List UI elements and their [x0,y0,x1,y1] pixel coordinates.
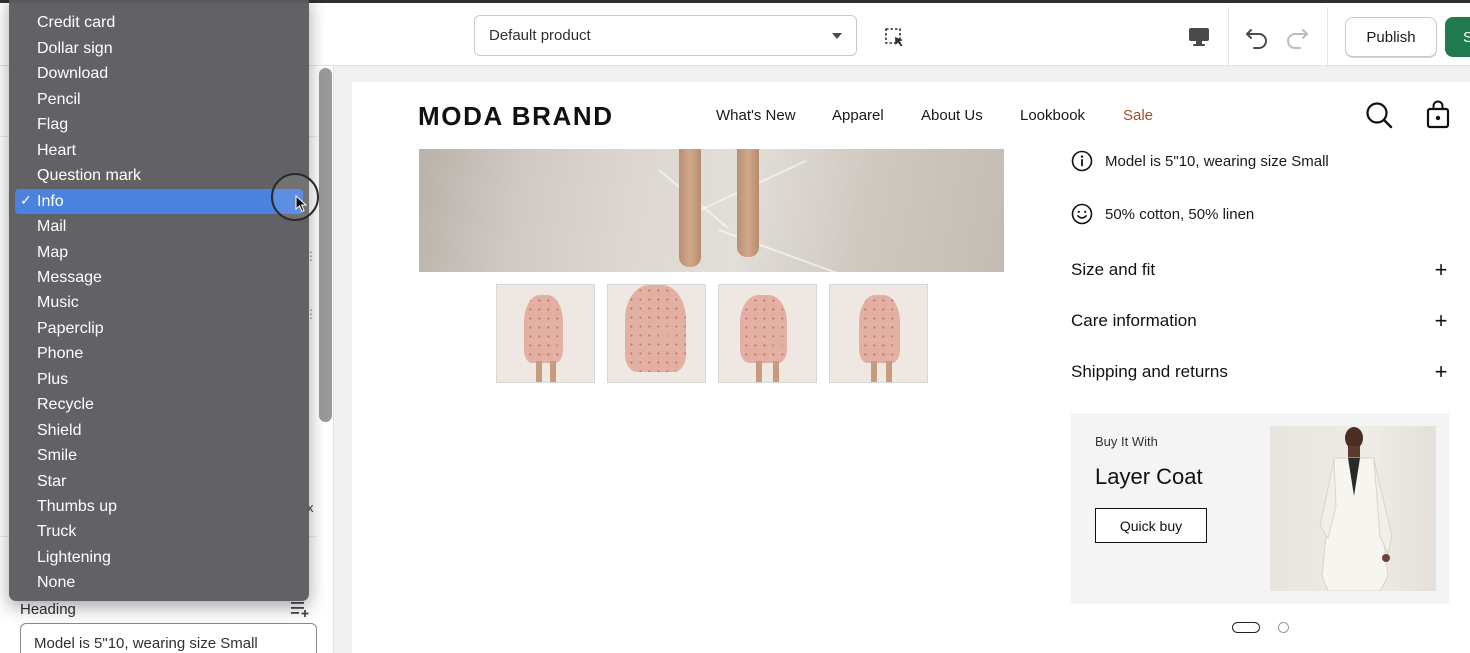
menu-item-mail[interactable]: Mail [15,214,303,239]
undo-icon[interactable] [1244,24,1270,50]
cart-icon[interactable] [1425,100,1453,130]
plus-icon: + [1434,359,1448,384]
menu-item-download[interactable]: Download [15,61,303,86]
product-thumbnail[interactable] [829,284,928,383]
menu-item-label: Info [37,192,64,210]
menu-item-star[interactable]: Star [15,469,303,494]
menu-item-dollar-sign[interactable]: Dollar sign [15,36,303,61]
info-icon [1071,150,1093,172]
menu-item-pencil[interactable]: Pencil [15,87,303,112]
save-button[interactable]: S [1445,17,1470,57]
menu-item-credit-card[interactable]: Credit card [15,10,303,35]
carousel-dot[interactable] [1278,622,1289,633]
menu-item-music[interactable]: Music [15,290,303,315]
chevron-down-icon [832,32,842,39]
accordion-label: Care information [1071,311,1197,330]
mouse-pointer-icon [295,195,307,213]
sidebar-scrollbar[interactable] [319,68,332,422]
menu-item-info[interactable]: ✓ Info [15,189,303,214]
inspector-select-icon[interactable] [884,27,906,49]
store-logo[interactable]: MODA BRAND [418,101,614,132]
accordion-shipping-and-returns[interactable]: Shipping and returns + [1071,359,1451,385]
toolbar-divider [1327,7,1328,67]
menu-item-message[interactable]: Message [15,265,303,290]
search-icon[interactable] [1365,100,1393,130]
template-select-value: Default product [489,27,591,44]
menu-item-smile[interactable]: Smile [15,443,303,468]
publish-button[interactable]: Publish [1345,17,1437,57]
menu-item-heart[interactable]: Heart [15,138,303,163]
menu-item-shield[interactable]: Shield [15,418,303,443]
upsell-product-image[interactable] [1270,426,1436,591]
menu-item-lightening[interactable]: Lightening [15,545,303,570]
nav-about-us[interactable]: About Us [921,107,983,124]
menu-item-paperclip[interactable]: Paperclip [15,316,303,341]
nav-sale[interactable]: Sale [1123,107,1153,124]
upsell-kicker: Buy It With [1095,434,1158,449]
menu-item-truck[interactable]: Truck [15,519,303,544]
icon-select-menu: Credit card Dollar sign Download Pencil … [9,0,309,601]
menu-item-flag[interactable]: Flag [15,112,303,137]
heading-input[interactable]: Model is 5"10, wearing size Small [20,623,317,653]
redo-icon[interactable] [1284,24,1310,50]
template-select[interactable]: Default product [474,15,857,56]
accordion-size-and-fit[interactable]: Size and fit + [1071,257,1451,283]
plus-icon: + [1434,308,1448,333]
quick-buy-button[interactable]: Quick buy [1095,508,1207,543]
accordion-label: Size and fit [1071,260,1156,279]
product-thumbnail[interactable] [718,284,817,383]
menu-item-plus[interactable]: Plus [15,367,303,392]
feature-row-model: Model is 5"10, wearing size Small [1071,150,1329,172]
menu-item-recycle[interactable]: Recycle [15,392,303,417]
checkmark-icon: ✓ [20,192,32,208]
menu-item-phone[interactable]: Phone [15,341,303,366]
carousel-dot-active[interactable] [1232,622,1260,633]
toolbar-divider [1228,7,1229,67]
smile-icon [1071,203,1093,225]
dynamic-source-icon[interactable] [290,600,310,618]
plus-icon: + [1434,257,1448,282]
nav-apparel[interactable]: Apparel [832,107,884,124]
menu-item-none[interactable]: None [15,570,303,595]
menu-item-thumbs-up[interactable]: Thumbs up [15,494,303,519]
product-main-image[interactable] [419,149,1004,272]
product-thumbnail[interactable] [496,284,595,383]
nav-lookbook[interactable]: Lookbook [1020,107,1085,124]
accordion-label: Shipping and returns [1071,362,1228,381]
upsell-product-title[interactable]: Layer Coat [1095,464,1203,490]
menu-item-question-mark[interactable]: Question mark [15,163,303,188]
feature-row-material: 50% cotton, 50% linen [1071,203,1254,225]
feature-text: Model is 5"10, wearing size Small [1105,152,1329,170]
nav-whats-new[interactable]: What's New [716,107,796,124]
desktop-preview-icon[interactable] [1186,24,1212,50]
product-thumbnail[interactable] [607,284,706,383]
accordion-care-information[interactable]: Care information + [1071,308,1451,334]
feature-text: 50% cotton, 50% linen [1105,205,1255,223]
heading-label: Heading [20,601,76,618]
menu-item-map[interactable]: Map [15,240,303,265]
